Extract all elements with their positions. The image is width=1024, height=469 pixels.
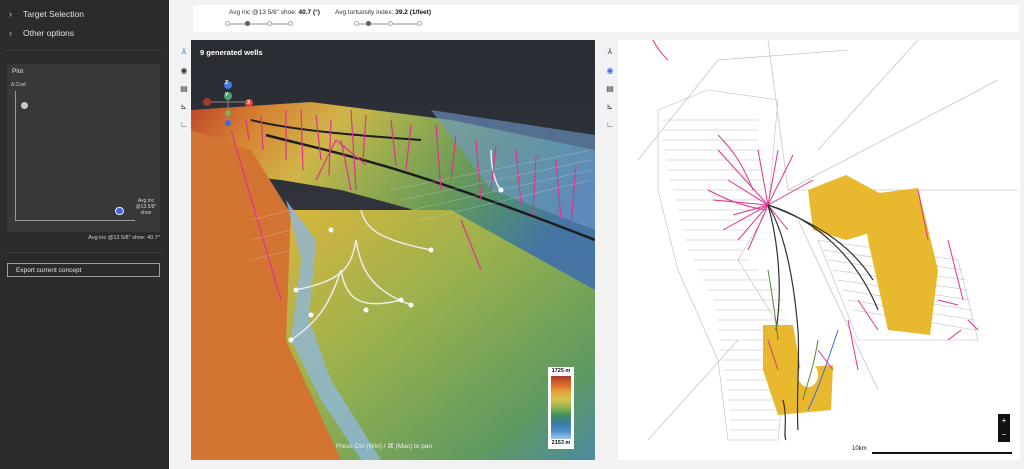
legend-color-scale <box>551 376 571 439</box>
plot-title: Plot <box>12 68 24 75</box>
well-network-icon[interactable]: ⅄ <box>178 45 190 57</box>
globe-icon[interactable]: ◉ <box>604 64 616 76</box>
well-network-icon[interactable]: ⅄ <box>604 45 616 57</box>
zoom-in-button[interactable]: + <box>998 414 1010 428</box>
export-concept-button[interactable]: Export current concept <box>7 263 160 277</box>
tortuosity-label: Avg tortuosity index: <box>335 9 394 16</box>
accordion-label: Other options <box>23 28 75 38</box>
layers-icon[interactable]: ▤ <box>178 82 190 94</box>
plot-x-axis-label: Avg inc @13 5/8" shoe <box>135 198 157 216</box>
tortuosity-slider-handle[interactable] <box>366 21 371 26</box>
map-scene <box>637 40 1018 441</box>
2d-map-viewport[interactable]: + − 10km <box>618 40 1020 460</box>
inclination-value: 40.7 (°) <box>298 9 320 16</box>
crossplot-icon[interactable]: ⊾ <box>604 100 616 112</box>
inclination-slider[interactable] <box>225 20 293 28</box>
tortuosity-value: 39.2 (1/feet) <box>395 9 432 16</box>
chevron-right-icon: › <box>9 28 12 38</box>
plot-point-selected-concept[interactable] <box>115 207 124 215</box>
inclination-slider-handle[interactable] <box>245 21 250 26</box>
plot-selection-caption: Avg inc @13 5/8" shoe: 40.7° <box>88 235 160 241</box>
3d-scene <box>191 40 595 460</box>
sidebar: › Target Selection › Other options Plot … <box>0 0 169 469</box>
layers-icon[interactable]: ▤ <box>604 82 616 94</box>
chevron-right-icon: › <box>9 9 12 19</box>
inclination-control: Avg inc @13 5/8" shoe: 40.7 (°) <box>229 9 320 16</box>
plot-y-axis-label: Δ Cost <box>11 82 26 88</box>
axis-z-marker: Z <box>225 80 229 86</box>
scale-bar <box>872 450 1012 454</box>
tradeoff-plot-panel: Plot Δ Cost Avg inc @13 5/8" shoe <box>7 64 160 232</box>
legend-min-label: 2153 m <box>551 440 571 446</box>
scale-label: 10km <box>852 446 867 452</box>
plot-icon[interactable]: ∟ <box>604 118 616 130</box>
divider <box>6 252 163 253</box>
depth-color-legend: 1725 m 2153 m <box>548 367 574 449</box>
legend-max-label: 1725 m <box>551 368 571 374</box>
plot-point-concept[interactable] <box>21 102 28 109</box>
zoom-controls: + − <box>998 414 1010 442</box>
accordion-other-options[interactable]: › Other options <box>0 24 169 42</box>
tortuosity-control: Avg tortuosity index: 39.2 (1/feet) <box>335 9 431 16</box>
inclination-label: Avg inc @13 5/8" shoe: <box>229 9 297 16</box>
crossplot-icon[interactable]: ⊾ <box>178 100 190 112</box>
axis-x-marker: X <box>247 100 251 106</box>
axis-y-marker: Y <box>225 92 229 98</box>
3d-well-viewport[interactable]: Z Y X 9 generated wells 1725 m 2153 m Pr… <box>191 40 595 460</box>
parameter-sliders-bar: Avg inc @13 5/8" shoe: 40.7 (°) Avg tort… <box>193 5 1019 32</box>
accordion-label: Target Selection <box>23 9 84 19</box>
accordion-target-selection[interactable]: › Target Selection <box>0 5 169 23</box>
pan-hint: Press Ctrl (Win) / ⌘ (Mac) to pan <box>336 443 433 450</box>
view-title: 9 generated wells <box>200 48 263 57</box>
plot-area <box>15 91 135 221</box>
globe-icon[interactable]: ◉ <box>178 64 190 76</box>
tortuosity-slider[interactable] <box>354 20 422 28</box>
divider <box>6 50 163 51</box>
plot-icon[interactable]: ∟ <box>178 118 190 130</box>
zoom-out-button[interactable]: − <box>998 428 1010 442</box>
